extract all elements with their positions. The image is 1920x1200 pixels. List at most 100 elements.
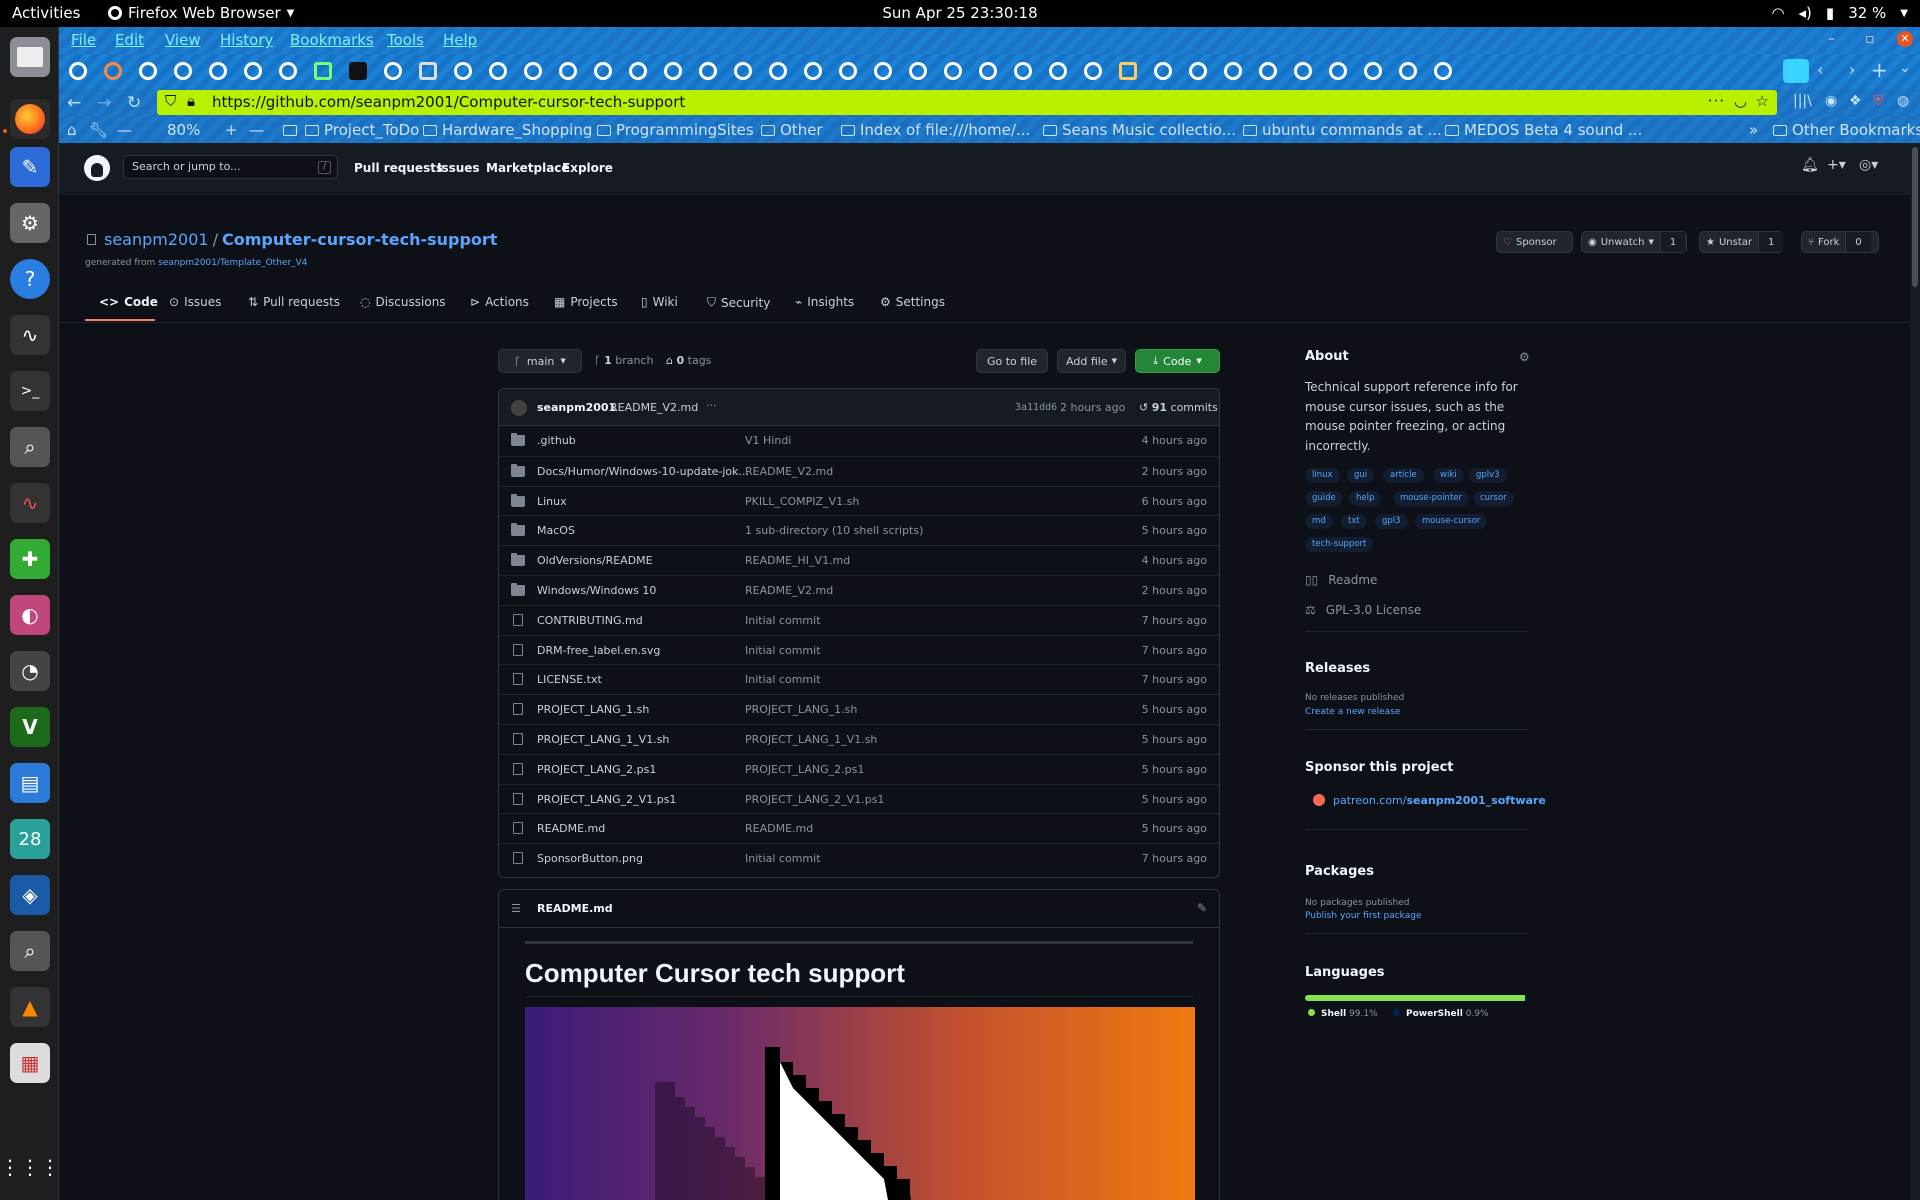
fork-count[interactable]: 0 <box>1845 232 1871 252</box>
commit-sha[interactable]: 3a11dd6 <box>1015 402 1057 413</box>
account-icon[interactable]: ◉ <box>1825 93 1837 109</box>
menu-history[interactable]: History <box>220 31 273 49</box>
tab-github-icon[interactable] <box>1014 62 1032 80</box>
topic-tag[interactable]: mouse-cursor <box>1415 514 1488 529</box>
github-logo-icon[interactable] <box>84 155 110 181</box>
tab-wiki[interactable]: ▯ Wiki <box>641 295 678 309</box>
file-name-link[interactable]: Docs/Humor/Windows-10-update-jok... <box>537 465 749 478</box>
tab-github-icon[interactable] <box>804 62 822 80</box>
avatar[interactable]: ◎▾ <box>1859 157 1878 173</box>
tab-misc-icon[interactable] <box>1119 62 1137 80</box>
menu-file[interactable]: File <box>71 31 96 49</box>
zoom-out-icon[interactable]: — <box>117 121 132 139</box>
list-icon[interactable]: ☰ <box>511 902 521 915</box>
file-row[interactable]: CONTRIBUTING.md Initial commit 7 hours ago <box>499 604 1219 635</box>
file-commit-message[interactable]: Initial commit <box>745 852 821 865</box>
topic-tag[interactable]: mouse-pointer <box>1393 491 1469 506</box>
tab-code[interactable]: <> Code <box>99 295 158 309</box>
toggle-settings-icon[interactable]: ◐ <box>10 595 50 635</box>
tab-firefox-icon[interactable] <box>104 62 122 80</box>
file-commit-message[interactable]: PROJECT_LANG_2.ps1 <box>745 763 864 776</box>
tab-github-icon[interactable] <box>69 62 87 80</box>
topic-tag[interactable]: md <box>1305 514 1333 529</box>
star-count[interactable]: 1 <box>1758 232 1784 252</box>
scrollbar-thumb[interactable] <box>1912 147 1918 287</box>
app-grid-icon[interactable]: ⋮⋮⋮ <box>0 1147 60 1187</box>
url-text[interactable]: https://github.com/seanpm2001/Computer-c… <box>212 93 685 111</box>
tab-github-icon[interactable] <box>1049 62 1067 80</box>
menu-bookmarks[interactable]: Bookmarks <box>290 31 374 49</box>
tab-active-github[interactable] <box>1783 59 1809 83</box>
home-icon[interactable]: ⌂ <box>67 121 77 139</box>
menu-edit[interactable]: Edit <box>115 31 144 49</box>
file-row[interactable]: Linux PKILL_COMPIZ_V1.sh 6 hours ago <box>499 485 1219 516</box>
search-tool-icon[interactable]: ⌕ <box>10 427 50 467</box>
report-icon[interactable]: ▦ <box>10 1043 50 1083</box>
tags-link[interactable]: ⌂ 0 tags <box>666 354 711 367</box>
file-commit-message[interactable]: PROJECT_LANG_1.sh <box>745 703 857 716</box>
tab-scroll-right-icon[interactable]: › <box>1849 60 1855 79</box>
commit-author[interactable]: seanpm2001 <box>537 401 616 414</box>
settings-gear-icon[interactable]: ⚙ <box>10 203 50 243</box>
repo-name-link[interactable]: Computer-cursor-tech-support <box>222 230 497 249</box>
file-row[interactable]: OldVersions/README README_HI_V1.md 4 hours… <box>499 545 1219 575</box>
tab-github-icon[interactable] <box>769 62 787 80</box>
maximize-icon[interactable]: ▫ <box>1865 31 1875 47</box>
create-release-link[interactable]: Create a new release <box>1305 707 1400 717</box>
vim-icon[interactable]: V <box>10 707 50 747</box>
library-icon[interactable]: |||\ <box>1793 93 1812 109</box>
template-link[interactable]: seanpm2001/Template_Other_V4 <box>158 258 307 268</box>
tab-github-icon[interactable] <box>734 62 752 80</box>
tab-github-icon[interactable] <box>524 62 542 80</box>
file-name-link[interactable]: PROJECT_LANG_2.ps1 <box>537 763 656 776</box>
file-row[interactable]: Windows/Windows 10 README_V2.md 2 hours ag… <box>499 574 1219 605</box>
file-row[interactable]: MacOS 1 sub-directory (10 shell scripts) 5… <box>499 515 1219 545</box>
file-name-link[interactable]: LICENSE.txt <box>537 673 602 686</box>
language-powershell[interactable]: PowerShell 0.9% <box>1393 1009 1489 1019</box>
close-window-icon[interactable]: ✕ <box>1897 31 1913 47</box>
tab-github-icon[interactable] <box>909 62 927 80</box>
tab-github-icon[interactable] <box>454 62 472 80</box>
tab-github-icon[interactable] <box>1224 62 1242 80</box>
bookmark-programming-sites[interactable]: ProgrammingSites <box>597 121 754 139</box>
unstar-button[interactable]: ★ Unstar 1 <box>1699 231 1784 253</box>
tab-github-icon[interactable] <box>244 62 262 80</box>
repo-owner-link[interactable]: seanpm2001 <box>104 230 209 249</box>
file-row[interactable]: README.md README.md 5 hours ago <box>499 813 1219 843</box>
notifications-bell-icon[interactable]: 🔔︎ <box>1801 157 1819 173</box>
tab-github-icon[interactable] <box>699 62 717 80</box>
terminal-icon[interactable]: >_ <box>10 371 50 411</box>
bookmark-medos[interactable]: MEDOS Beta 4 sound ... <box>1445 121 1642 139</box>
topic-tag[interactable]: guide <box>1305 491 1343 506</box>
bookmarks-overflow-icon[interactable]: » <box>1749 121 1758 139</box>
tab-issues[interactable]: ⊙ Issues <box>169 295 221 309</box>
new-tab-icon[interactable]: + <box>1871 58 1888 82</box>
tab-pull-requests[interactable]: ⇅ Pull requests <box>248 295 340 309</box>
puzzle-icon[interactable]: ✚ <box>10 539 50 579</box>
tab-github-icon[interactable] <box>629 62 647 80</box>
tab-insights[interactable]: ⌁ Insights <box>795 295 854 309</box>
minimize-icon[interactable]: – <box>1828 31 1835 47</box>
tab-github-icon[interactable] <box>1434 62 1452 80</box>
file-commit-message[interactable]: 1 sub-directory (10 shell scripts) <box>745 524 923 537</box>
file-row[interactable]: SponsorButton.png Initial commit 7 hours a… <box>499 843 1219 873</box>
file-name-link[interactable]: OldVersions/README <box>537 554 653 567</box>
zoom-reset-icon[interactable]: — <box>249 121 264 139</box>
clock-icon[interactable]: ◔ <box>10 651 50 691</box>
file-name-link[interactable]: Windows/Windows 10 <box>537 584 656 597</box>
nav-marketplace[interactable]: Marketplace <box>486 161 570 175</box>
sponsor-button[interactable]: ♡ Sponsor <box>1496 231 1573 253</box>
tab-scroll-left-icon[interactable]: ‹ <box>1817 60 1823 79</box>
zoom-level[interactable]: 80% <box>167 121 200 139</box>
topic-tag[interactable]: linux <box>1305 468 1340 483</box>
tab-github-icon[interactable] <box>944 62 962 80</box>
file-name-link[interactable]: CONTRIBUTING.md <box>537 614 643 627</box>
menu-help[interactable]: Help <box>443 31 477 49</box>
tab-github-icon[interactable] <box>874 62 892 80</box>
topic-tag[interactable]: tech-support <box>1305 537 1374 552</box>
extension-icon[interactable]: ❖ <box>1849 93 1862 109</box>
topic-tag[interactable]: gui <box>1347 468 1375 483</box>
github-extension-icon[interactable]: ◍ <box>1897 93 1909 109</box>
file-commit-message[interactable]: README_V2.md <box>745 584 833 597</box>
tab-github-icon[interactable] <box>139 62 157 80</box>
